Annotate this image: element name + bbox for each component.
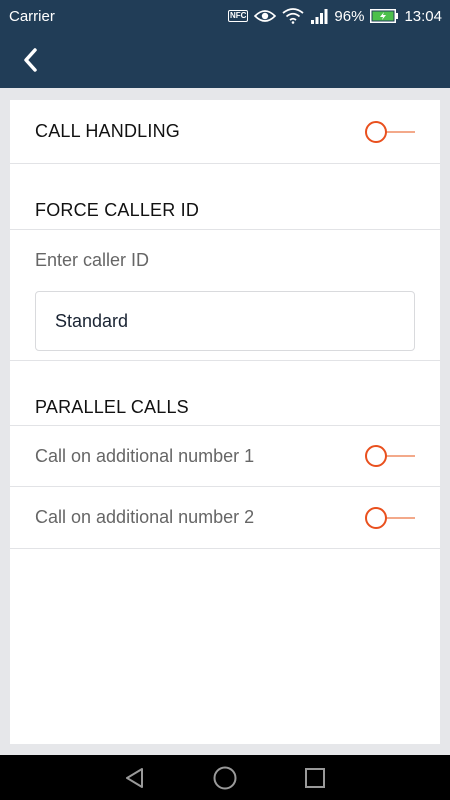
parallel-calls-title: PARALLEL CALLS (35, 396, 189, 417)
wifi-icon (282, 8, 304, 24)
additional-number-2-toggle[interactable] (365, 506, 415, 530)
caller-id-label: Enter caller ID (35, 250, 150, 270)
nav-back-button[interactable] (120, 763, 150, 793)
additional-number-1-label: Call on additional number 1 (35, 445, 255, 466)
triangle-left-icon (126, 767, 143, 788)
settings-card: CALL HANDLING FORCE CALLER ID Enter call… (10, 100, 440, 744)
toggle-knob (365, 506, 387, 529)
clock: 13:04 (404, 7, 442, 25)
back-button[interactable] (14, 44, 46, 76)
caller-id-input-wrap: Standard (10, 291, 440, 351)
additional-number-1-row: Call on additional number 1 (10, 426, 440, 487)
toggle-knob (365, 120, 387, 143)
screen: Carrier NFC 96% 13:04 CALL HANDLING FORC… (0, 0, 450, 800)
caller-id-field[interactable]: Standard (35, 291, 415, 351)
call-handling-toggle[interactable] (365, 120, 415, 144)
toggle-knob (365, 445, 387, 467)
eye-icon (254, 8, 277, 24)
carrier-label: Carrier (9, 7, 55, 25)
call-handling-title: CALL HANDLING (35, 121, 180, 141)
additional-number-1-toggle[interactable] (365, 444, 415, 468)
nfc-icon: NFC (227, 10, 249, 22)
parallel-calls-header: PARALLEL CALLS (10, 361, 440, 426)
nav-recents-button[interactable] (300, 763, 330, 793)
force-caller-id-title: FORCE CALLER ID (35, 200, 200, 220)
battery-percent: 96% (334, 7, 365, 25)
signal-icon (310, 8, 328, 24)
status-icons: NFC 96% 13:04 (227, 7, 442, 25)
navigation-bar (0, 755, 450, 800)
force-caller-id-header: FORCE CALLER ID (10, 164, 440, 230)
additional-number-2-row: Call on additional number 2 (10, 487, 440, 549)
status-bar: Carrier NFC 96% 13:04 (0, 0, 450, 32)
battery-icon (370, 9, 399, 23)
caller-id-block: Enter caller ID Standard (10, 230, 440, 361)
circle-icon (213, 766, 237, 789)
call-handling-row: CALL HANDLING (10, 100, 440, 164)
chevron-left-icon (24, 48, 37, 72)
nav-home-button[interactable] (210, 763, 240, 793)
square-icon (305, 767, 325, 788)
app-bar (0, 32, 450, 88)
additional-number-2-label: Call on additional number 2 (35, 507, 255, 527)
